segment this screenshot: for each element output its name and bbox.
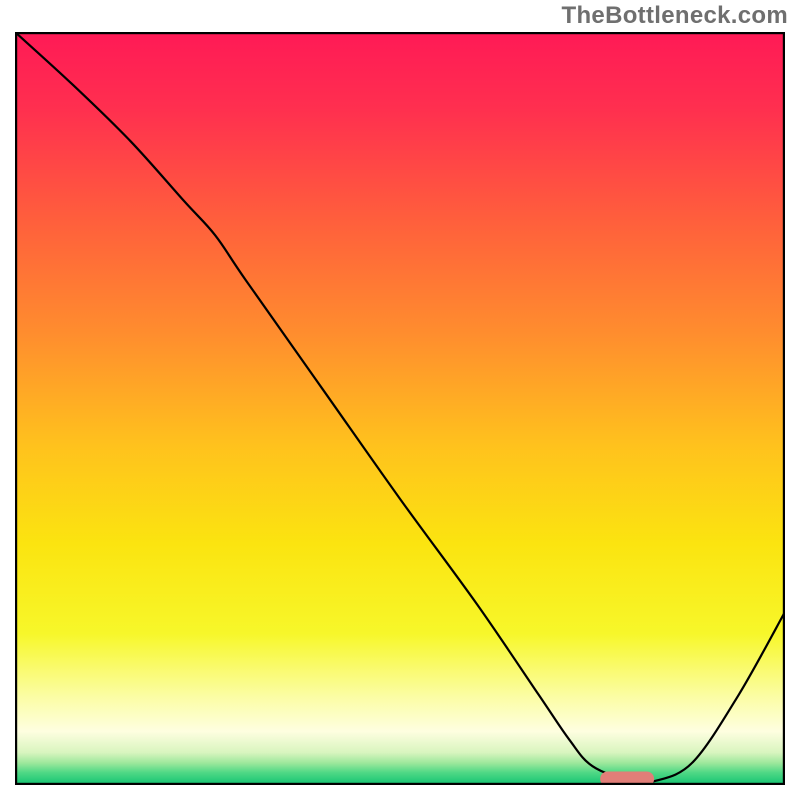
gradient-background bbox=[16, 33, 784, 784]
bottleneck-chart bbox=[15, 32, 785, 785]
attribution-text: TheBottleneck.com bbox=[562, 2, 788, 30]
plot-area bbox=[15, 32, 785, 785]
chart-container: TheBottleneck.com bbox=[0, 0, 800, 800]
